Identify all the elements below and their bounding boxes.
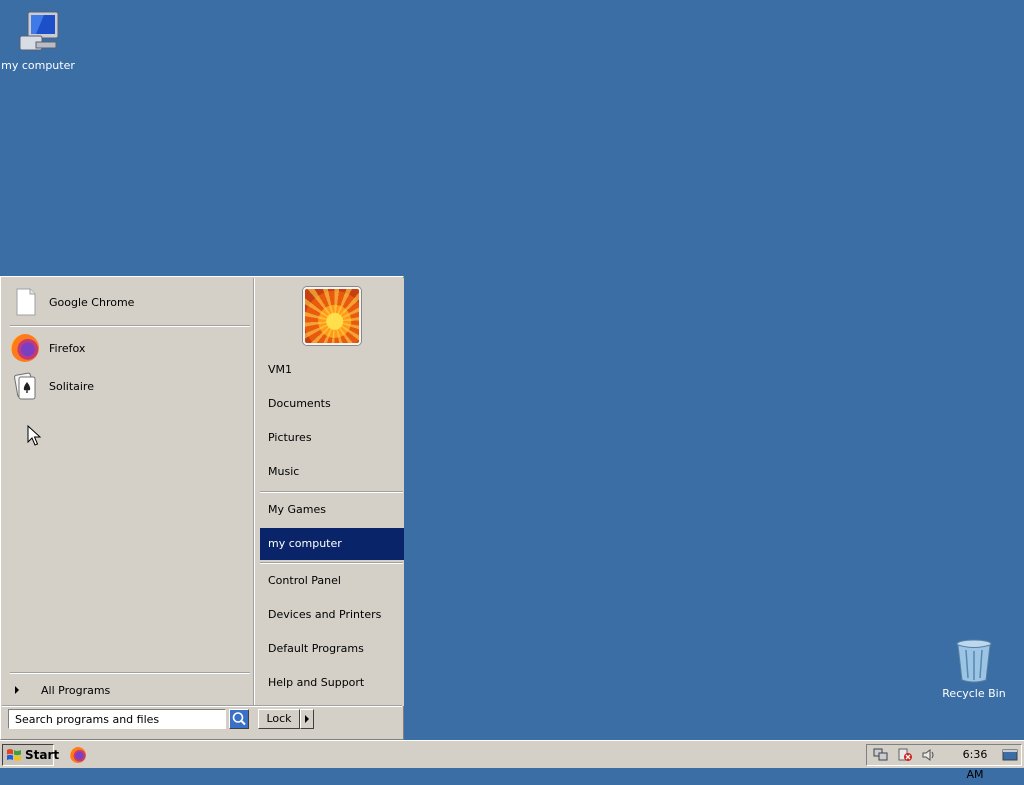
place-help-and-support[interactable]: Help and Support (260, 667, 404, 699)
all-programs-button[interactable]: All Programs (10, 678, 250, 702)
program-firefox[interactable]: Firefox (10, 331, 250, 365)
all-programs-label: All Programs (41, 683, 111, 697)
windows-flag-icon (6, 748, 22, 762)
taskbar-firefox-button[interactable] (68, 746, 88, 764)
start-label: Start (25, 748, 60, 762)
taskbar: Start 6:36 AM (0, 740, 1024, 781)
place-pictures[interactable]: Pictures (260, 422, 404, 454)
program-solitaire[interactable]: Solitaire (10, 369, 250, 403)
lock-options-arrow-button[interactable] (300, 709, 314, 729)
desktop-icon-my-computer[interactable]: my computer (0, 10, 76, 72)
program-google-chrome[interactable]: Google Chrome (10, 285, 250, 319)
place-music[interactable]: Music (260, 456, 404, 488)
mouse-cursor-icon (27, 425, 41, 446)
lock-button[interactable]: Lock (258, 709, 300, 729)
start-menu-programs-pane: Google Chrome Firefox Solitaire All Prog… (2, 278, 253, 706)
firefox-icon (10, 333, 40, 363)
separator (260, 562, 403, 564)
triangle-right-icon (15, 686, 19, 694)
start-menu: Google Chrome Firefox Solitaire All Prog… (0, 276, 404, 740)
place-default-programs[interactable]: Default Programs (260, 633, 404, 665)
show-desktop-icon[interactable] (1002, 748, 1018, 762)
place-vm1[interactable]: VM1 (260, 354, 404, 386)
place-devices-and-printers[interactable]: Devices and Printers (260, 599, 404, 631)
separator (2, 705, 402, 707)
network-icon[interactable] (873, 748, 889, 762)
desktop-icon-label: my computer (1, 59, 75, 72)
blank-document-icon (10, 287, 40, 317)
recycle-bin-icon (950, 638, 998, 684)
desktop-icon-label: Recycle Bin (942, 687, 1006, 700)
solitaire-icon (10, 371, 40, 401)
start-button[interactable]: Start (2, 744, 59, 766)
volume-icon[interactable] (921, 748, 937, 762)
separator (10, 325, 250, 327)
user-picture-flower[interactable] (303, 287, 361, 345)
program-label: Google Chrome (49, 295, 135, 309)
place-documents[interactable]: Documents (260, 388, 404, 420)
search-button[interactable] (229, 709, 249, 729)
desktop-icon-recycle-bin[interactable]: Recycle Bin (936, 638, 1012, 700)
magnifier-icon (232, 712, 246, 726)
search-input[interactable] (8, 709, 226, 729)
place-control-panel[interactable]: Control Panel (260, 565, 404, 597)
action-center-alert-icon[interactable] (897, 748, 913, 762)
program-label: Firefox (49, 341, 86, 355)
system-tray: 6:36 AM (866, 744, 1022, 781)
computer-icon (14, 10, 62, 56)
place-my-games[interactable]: My Games (260, 494, 404, 526)
start-menu-places-pane: VM1 Documents Pictures Music My Games my… (254, 278, 404, 706)
program-label: Solitaire (49, 379, 94, 393)
firefox-icon (70, 747, 86, 763)
separator (260, 491, 403, 493)
place-my-computer[interactable]: my computer (260, 528, 404, 560)
clock[interactable]: 6:36 AM (953, 745, 997, 781)
separator (10, 672, 250, 674)
